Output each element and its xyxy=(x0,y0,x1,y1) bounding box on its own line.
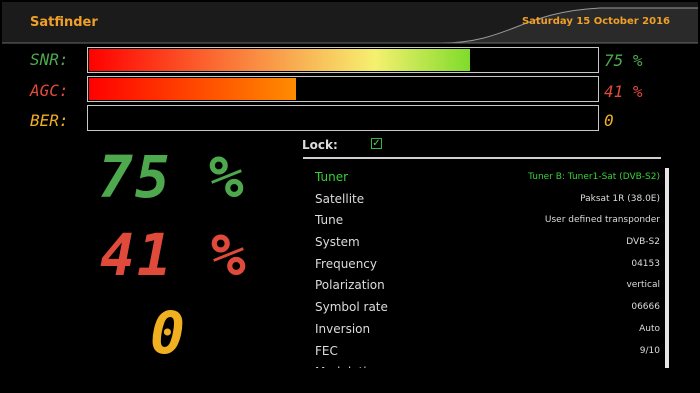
agc-label: AGC: xyxy=(30,81,69,100)
list-item-polarization[interactable]: Polarization vertical xyxy=(306,276,660,298)
snr-big-readout: 75 % xyxy=(98,143,246,211)
info-value: 06666 xyxy=(631,302,660,313)
list-item-satellite[interactable]: Satellite Paksat 1R (38.0E) xyxy=(306,190,660,212)
info-key: Modulation xyxy=(315,365,382,368)
info-value: 9/10 xyxy=(639,345,660,356)
divider xyxy=(303,157,661,159)
checkmark-icon: ✓ xyxy=(372,138,381,149)
info-value: Tuner B: Tuner1-Sat (DVB-S2) xyxy=(528,172,660,182)
agc-meter-fill xyxy=(89,78,297,100)
ber-meter xyxy=(87,105,599,131)
agc-meter xyxy=(87,76,599,102)
header-bar: Satfinder Saturday 15 October 2016 xyxy=(0,0,700,45)
info-key: Symbol rate xyxy=(315,300,388,315)
info-value: Auto xyxy=(639,323,660,334)
list-item-tune[interactable]: Tune User defined transponder xyxy=(306,211,660,233)
list-item-tuner[interactable]: Tuner Tuner B: Tuner1-Sat (DVB-S2) xyxy=(306,168,660,190)
ber-big-readout: 0 xyxy=(150,299,187,367)
info-key: FEC xyxy=(315,343,338,358)
info-key: Tune xyxy=(315,213,344,228)
info-key: Tuner xyxy=(315,170,349,184)
info-value: User defined transponder xyxy=(544,215,660,226)
agc-value: 41 % xyxy=(604,82,643,101)
list-item-system[interactable]: System DVB-S2 xyxy=(306,233,660,255)
snr-meter xyxy=(87,47,599,73)
date-display: Saturday 15 October 2016 xyxy=(521,16,670,27)
snr-meter-fill xyxy=(89,49,470,71)
info-key: Polarization xyxy=(315,278,385,293)
tuner-info-list[interactable]: Tuner Tuner B: Tuner1-Sat (DVB-S2) Satel… xyxy=(306,168,660,368)
list-item-symbol-rate[interactable]: Symbol rate 06666 xyxy=(306,298,660,320)
list-item-fec[interactable]: FEC 9/10 xyxy=(306,342,660,364)
snr-value: 75 % xyxy=(604,51,643,70)
lock-checkbox[interactable]: ✓ xyxy=(371,138,382,149)
info-value: Paksat 1R (38.0E) xyxy=(580,193,660,204)
info-value: DVB-S2 xyxy=(626,237,660,248)
lock-label: Lock: xyxy=(302,138,338,152)
agc-big-readout: 41 % xyxy=(100,221,248,289)
info-key: Satellite xyxy=(315,191,365,206)
list-item-frequency[interactable]: Frequency 04153 xyxy=(306,255,660,277)
info-key: Frequency xyxy=(315,256,377,271)
list-item-inversion[interactable]: Inversion Auto xyxy=(306,320,660,342)
info-value: vertical xyxy=(626,280,660,291)
info-key: System xyxy=(315,235,360,250)
page-title: Satfinder xyxy=(30,15,98,30)
list-item-modulation[interactable]: Modulation xyxy=(306,363,660,368)
ber-value: 0 xyxy=(604,111,614,130)
snr-label: SNR: xyxy=(30,50,69,69)
info-value: 04153 xyxy=(631,258,660,269)
info-key: Inversion xyxy=(315,321,371,336)
ber-label: BER: xyxy=(30,111,69,130)
list-scrollbar[interactable] xyxy=(665,168,669,368)
